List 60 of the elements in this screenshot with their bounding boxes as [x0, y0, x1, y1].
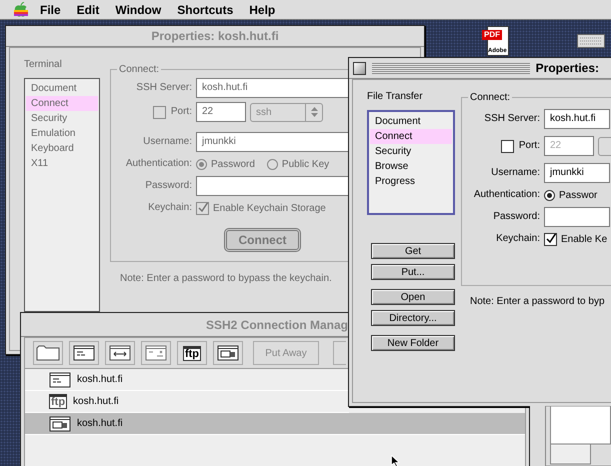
field-label: Port: [518, 139, 540, 153]
field-label: Username: [490, 166, 540, 180]
menu-item[interactable]: Edit [68, 2, 108, 16]
category-item[interactable]: Keyboard [26, 141, 98, 156]
menu-item[interactable]: File [32, 2, 69, 16]
field-label: Keychain: [495, 232, 540, 246]
checkbox-label: Enable Ke [561, 234, 608, 244]
category-item[interactable]: Security [370, 144, 452, 159]
connection-row[interactable]: kosh.hut.fi [25, 413, 525, 435]
port-field[interactable]: 22 [196, 102, 246, 122]
group-title: Connect: [118, 63, 160, 76]
action-button[interactable]: Open [371, 289, 455, 305]
connection-row[interactable]: kosh.hut.fi [25, 369, 349, 391]
note-text: Note: Enter a password to bypass the keychain. [120, 273, 333, 284]
window-title: SSH2 Connection Manag [206, 318, 348, 332]
username-field[interactable]: jmunkki [544, 163, 610, 183]
category-item[interactable]: Connect [26, 96, 98, 111]
ftp-window-icon: ftp [182, 346, 202, 360]
window-title: Properties: kosh.hut.fi [151, 29, 279, 43]
category-item[interactable]: Progress [370, 174, 452, 189]
category-item[interactable]: Document [370, 114, 452, 129]
category-item[interactable]: Document [26, 81, 98, 96]
category-label: Terminal [24, 58, 63, 71]
ssh-server-field[interactable]: kosh.hut.fi [196, 78, 350, 98]
radio-label: Public Key [282, 158, 330, 170]
radio-label: Password [211, 158, 255, 170]
host-name: kosh.hut.fi [77, 374, 123, 385]
category-item[interactable]: X11 [26, 156, 98, 171]
action-button[interactable]: Get [371, 243, 455, 259]
host-name: kosh.hut.fi [77, 418, 123, 429]
window-title: Properties: [536, 61, 599, 75]
field-label: Password: [144, 179, 192, 193]
category-label: File Transfer [367, 90, 424, 103]
field-label: Port: [170, 105, 192, 119]
action-button[interactable]: New Folder [371, 335, 455, 351]
action-button[interactable]: Directory... [371, 310, 455, 326]
menu-item[interactable]: Help [241, 2, 284, 16]
menu-item[interactable]: Shortcuts [169, 2, 242, 16]
category-item[interactable]: Emulation [26, 126, 98, 141]
note-text: Note: Enter a password to byp [470, 296, 606, 307]
category-item[interactable]: Security [26, 111, 98, 126]
field-label: Authentication: [124, 157, 192, 171]
category-item[interactable]: Connect [370, 129, 452, 144]
field-label: SSH Server: [135, 81, 192, 95]
username-field[interactable]: jmunkki [196, 132, 350, 152]
menu-item[interactable]: Window [107, 2, 170, 16]
field-label: Keychain: [147, 201, 192, 215]
field-label: Password: [492, 210, 540, 224]
category-item[interactable]: Browse [370, 159, 452, 174]
field-label: SSH Server: [483, 112, 540, 126]
host-name: kosh.hut.fi [73, 396, 119, 407]
checkbox-label: Enable Keychain Storage [213, 202, 326, 214]
action-button[interactable]: Put... [371, 264, 455, 280]
field-label: Username: [142, 135, 192, 149]
field-label: Authentication: [472, 188, 540, 202]
ftp-window-icon: ftp [49, 394, 68, 409]
ssh-server-field[interactable]: kosh.hut.fi [544, 109, 610, 129]
group-title: Connect: [469, 91, 512, 104]
radio-label: Passwor [559, 190, 598, 200]
toolbar-button[interactable]: ftp [177, 341, 207, 365]
